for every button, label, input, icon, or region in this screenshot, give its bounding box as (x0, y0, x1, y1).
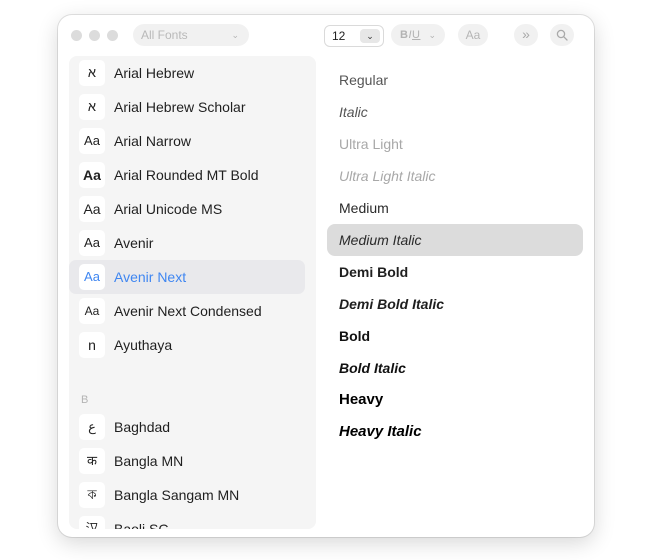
more-options-icon[interactable]: » (514, 24, 538, 46)
font-preview-glyph: ক (79, 482, 105, 508)
font-style-item[interactable]: Ultra Light (327, 128, 583, 160)
font-style-name: Bold Italic (339, 360, 406, 376)
font-preview-glyph: Aa (79, 128, 105, 154)
font-family-item[interactable]: n Ayuthaya (69, 328, 305, 362)
collection-dropdown[interactable]: All Fonts ⌄ (133, 24, 249, 46)
text-style-dropdown[interactable]: BIU ⌄ (391, 24, 445, 46)
font-family-item[interactable]: क Bangla MN (69, 444, 305, 478)
chevron-down-icon: ⌄ (231, 30, 239, 40)
font-book-window: All Fonts ⌄ 12 ⌄ BIU ⌄ Aa » א Arial Hebre… (58, 15, 594, 537)
chevron-down-icon[interactable]: ⌄ (360, 29, 380, 43)
font-family-name: Arial Hebrew Scholar (114, 99, 246, 115)
font-style-list[interactable]: Regular Italic Ultra Light Ultra Light Ital… (326, 59, 584, 529)
font-family-name: Avenir (114, 235, 154, 251)
font-family-item[interactable]: Aa Arial Narrow (69, 124, 305, 158)
font-style-item[interactable]: Demi Bold (327, 256, 583, 288)
font-family-name: Baoli SC (114, 521, 169, 529)
font-family-name: Ayuthaya (114, 337, 173, 353)
section-header: B (81, 394, 89, 406)
font-preview-glyph: Aa (79, 230, 105, 256)
font-family-item[interactable]: Aa Arial Unicode MS (69, 192, 305, 226)
font-family-name: Bangla MN (114, 453, 184, 469)
font-style-item[interactable]: Italic (327, 96, 583, 128)
font-style-item[interactable]: Ultra Light Italic (327, 160, 583, 192)
font-style-name: Ultra Light (339, 136, 403, 152)
font-preview-glyph: א (79, 94, 105, 120)
font-preview-glyph: Aa (79, 196, 105, 222)
collection-label: All Fonts (141, 28, 188, 42)
font-style-name: Heavy Italic (339, 423, 422, 440)
font-family-item[interactable]: Aa Avenir Next Condensed (69, 294, 305, 328)
font-preview-glyph: Aa (79, 298, 105, 324)
font-style-item[interactable]: Heavy (327, 384, 583, 416)
font-family-list[interactable]: א Arial Hebrew א Arial Hebrew Scholar Aa Aria… (69, 56, 316, 529)
font-preview-glyph: ع (79, 414, 105, 440)
font-family-name: Arial Hebrew (114, 65, 195, 81)
font-family-name: Arial Unicode MS (114, 201, 223, 217)
font-family-name: Bangla Sangam MN (114, 487, 240, 503)
search-button[interactable] (550, 24, 574, 46)
font-family-item[interactable]: א Arial Hebrew Scholar (69, 90, 305, 124)
font-style-name: Heavy (339, 391, 384, 408)
underline-glyph: U (412, 29, 421, 41)
toolbar: All Fonts ⌄ 12 ⌄ BIU ⌄ Aa » (58, 15, 594, 55)
font-style-item[interactable]: Medium (327, 192, 583, 224)
font-style-name: Italic (339, 104, 368, 120)
font-style-item[interactable]: Heavy Italic (327, 416, 583, 448)
font-style-item[interactable]: Regular (327, 64, 583, 96)
font-family-name: Baghdad (114, 419, 171, 435)
font-preview-glyph: क (79, 448, 105, 474)
font-family-item[interactable]: ع Baghdad (69, 410, 305, 444)
search-icon (556, 29, 568, 41)
font-family-name: Avenir Next (114, 269, 187, 285)
font-style-item[interactable]: Medium Italic (327, 224, 583, 256)
zoom-window-button[interactable] (107, 30, 118, 41)
font-style-item[interactable]: Bold (327, 320, 583, 352)
font-style-name: Demi Bold Italic (339, 296, 445, 312)
font-family-name: Arial Rounded MT Bold (114, 167, 259, 183)
font-family-item[interactable]: Aa Arial Rounded MT Bold (69, 158, 305, 192)
font-style-item[interactable]: Demi Bold Italic (327, 288, 583, 320)
font-preview-glyph: א (79, 60, 105, 86)
font-preview-glyph: Aa (79, 162, 105, 188)
font-family-name: Avenir Next Condensed (114, 303, 262, 319)
font-preview-glyph: 汉 (79, 516, 105, 529)
chevron-down-icon: ⌄ (428, 30, 436, 40)
font-style-name: Ultra Light Italic (339, 168, 436, 184)
font-style-name: Medium Italic (339, 232, 422, 248)
font-family-item[interactable]: 汉 Baoli SC (69, 512, 305, 529)
font-family-item[interactable]: Aa Avenir (69, 226, 305, 260)
font-family-item[interactable]: א Arial Hebrew (69, 56, 305, 90)
preview-mode-button[interactable]: Aa (458, 24, 488, 46)
font-size-value: 12 (332, 29, 346, 43)
font-style-name: Medium (339, 200, 389, 216)
text-style-label: BIU (400, 24, 420, 46)
font-style-name: Bold (339, 328, 371, 344)
font-size-dropdown[interactable]: 12 ⌄ (324, 25, 384, 47)
font-preview-glyph: Aa (79, 264, 105, 290)
font-preview-glyph: n (79, 332, 105, 358)
minimize-window-button[interactable] (89, 30, 100, 41)
font-family-item[interactable]: Aa Avenir Next (69, 260, 305, 294)
font-family-item[interactable]: ক Bangla Sangam MN (69, 478, 305, 512)
font-style-item[interactable]: Bold Italic (327, 352, 583, 384)
font-style-name: Regular (339, 72, 389, 88)
font-style-name: Demi Bold (339, 264, 409, 280)
font-family-name: Arial Narrow (114, 133, 192, 149)
close-window-button[interactable] (71, 30, 82, 41)
